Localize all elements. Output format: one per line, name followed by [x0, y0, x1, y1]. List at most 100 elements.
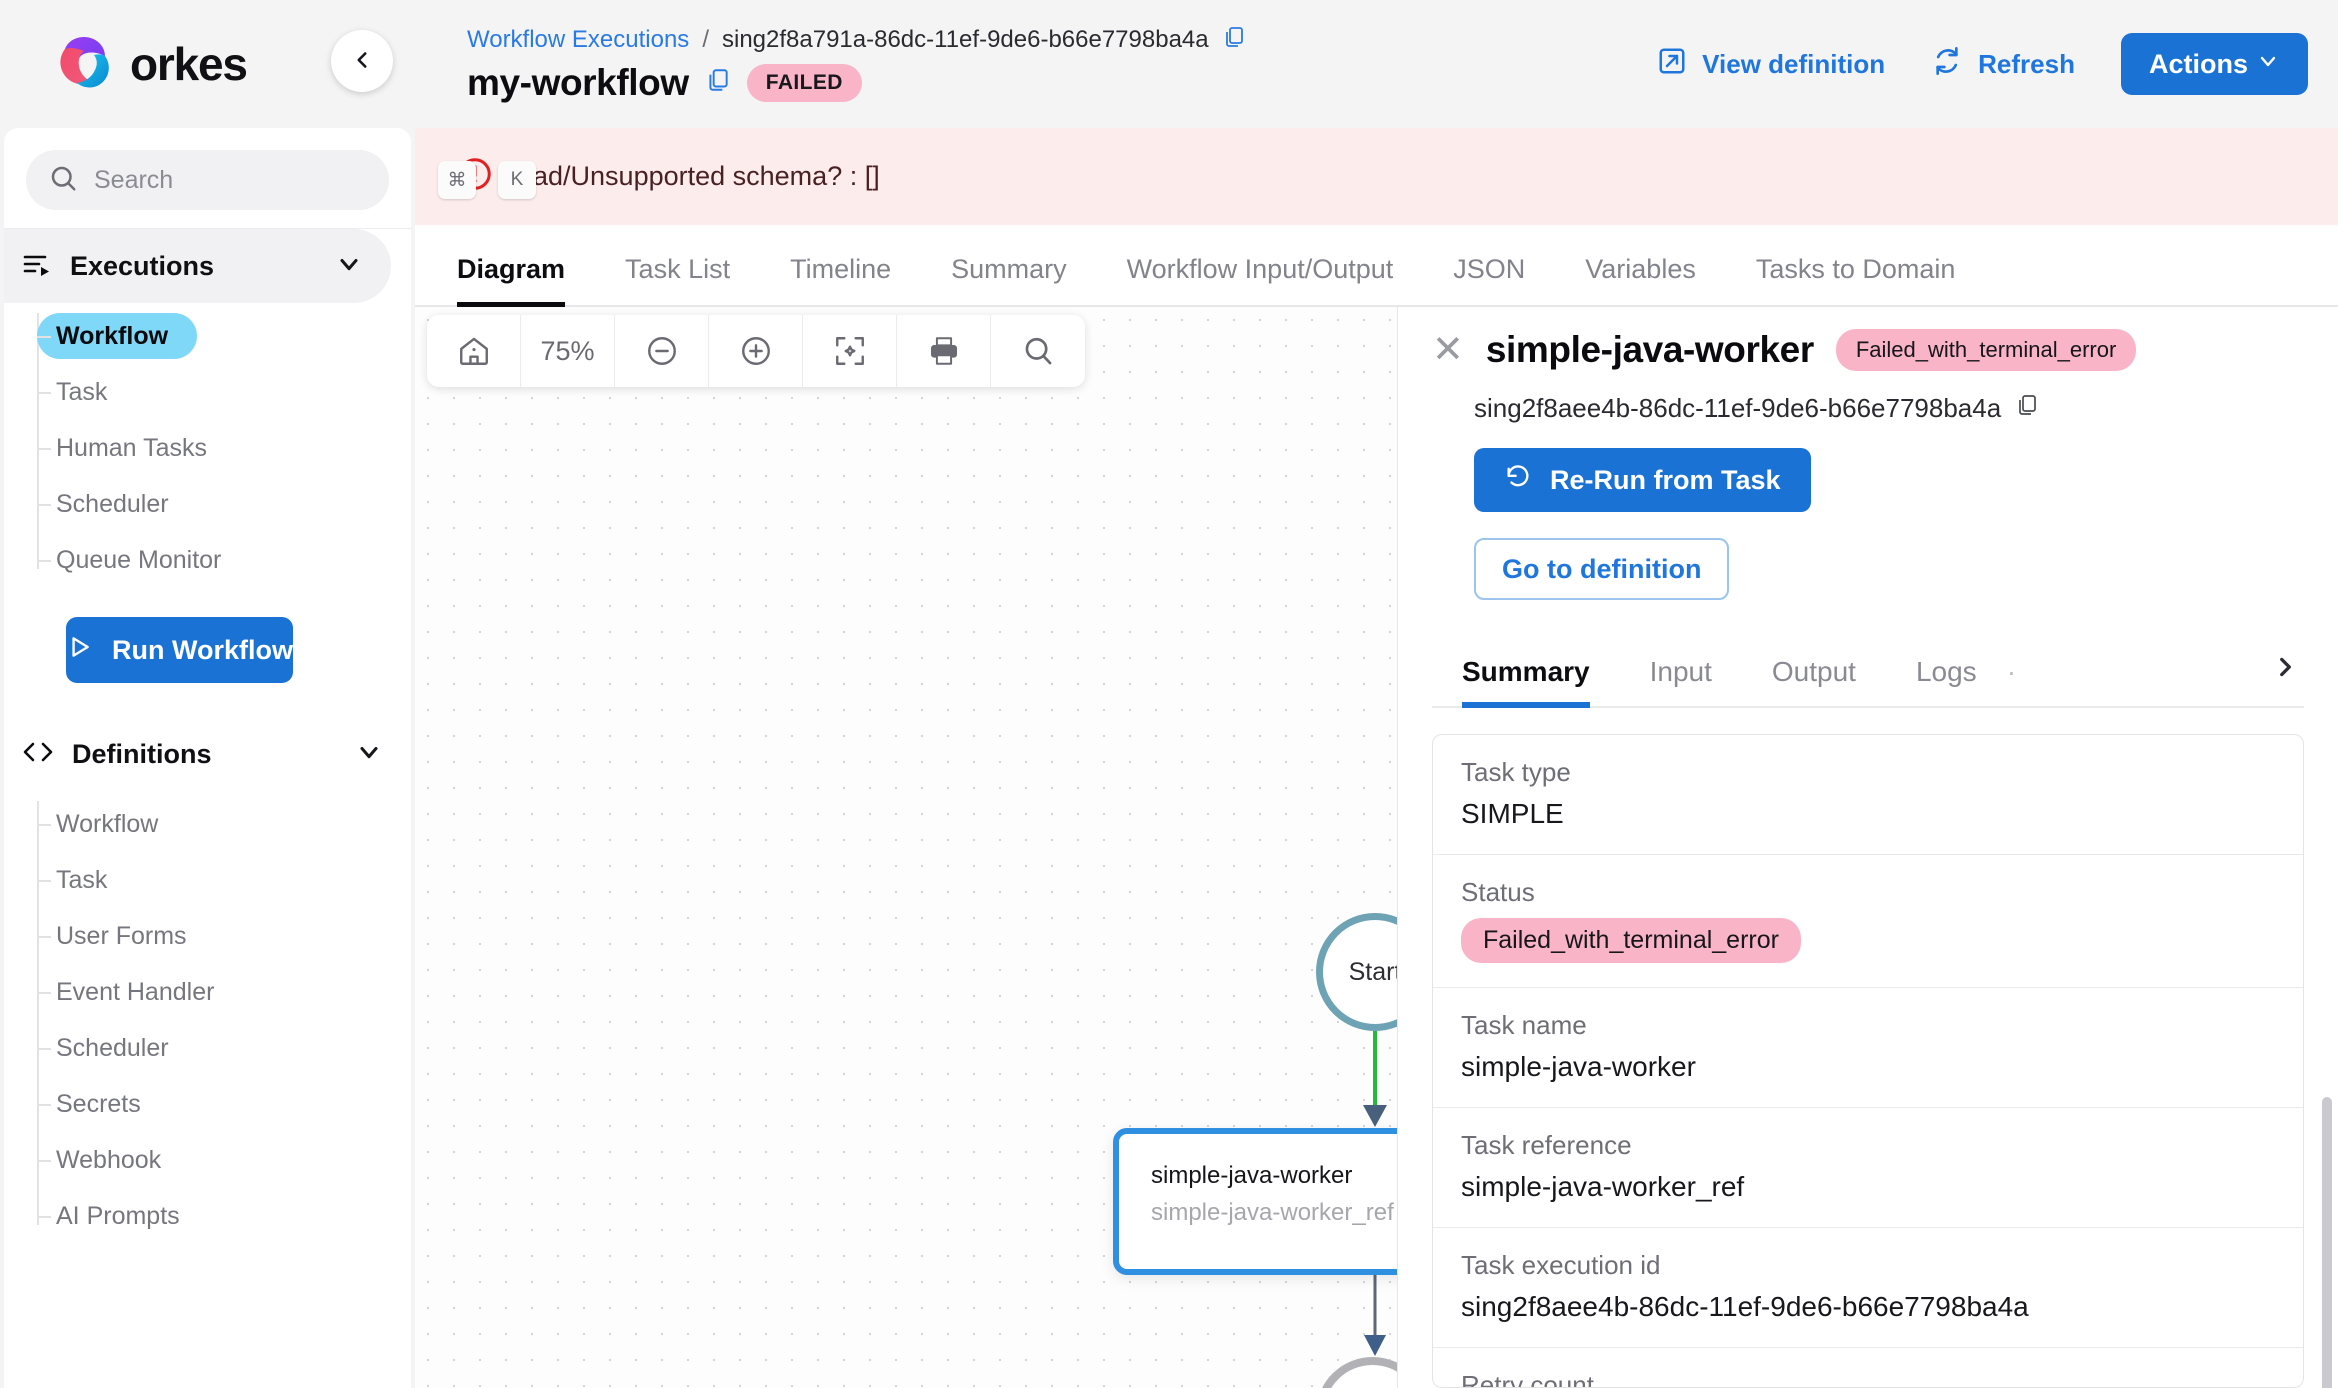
- sidebar-item-label: Task: [56, 377, 108, 406]
- search-container: ⌘ K: [4, 128, 536, 229]
- go-to-definition-button[interactable]: Go to definition: [1474, 538, 1730, 600]
- tab-label: Task List: [625, 254, 731, 284]
- detail-label: Task name: [1461, 1010, 1587, 1040]
- main-tabs: Diagram Task List Timeline Summary Workf…: [415, 225, 2338, 307]
- detail-value: simple-java-worker_ref: [1461, 1171, 1745, 1202]
- tab-label: Variables: [1585, 254, 1696, 284]
- sidebar-item-definitions-workflow[interactable]: Workflow: [37, 801, 411, 847]
- tab-diagram[interactable]: Diagram: [457, 254, 595, 307]
- chevron-down-icon: [2256, 49, 2280, 80]
- diagram-toolbar: 75%: [427, 315, 1085, 387]
- sidebar-item-definitions-ai-prompts[interactable]: AI Prompts: [37, 1193, 411, 1239]
- workflow-diagram-canvas[interactable]: 75% Start simple-java-worker simple-java…: [415, 307, 1398, 1388]
- actions-label: Actions: [2148, 48, 2248, 79]
- diagram-node-simple-java-worker[interactable]: simple-java-worker simple-java-worker_re…: [1113, 1128, 1397, 1275]
- view-definition-button[interactable]: View definition: [1657, 46, 1885, 83]
- rerun-label: Re-Run from Task: [1550, 464, 1781, 495]
- panel-tab-input[interactable]: Input: [1620, 656, 1742, 706]
- tab-label: Workflow Input/Output: [1126, 254, 1394, 284]
- chevron-left-icon: [349, 47, 375, 76]
- page-title: my-workflow: [467, 61, 689, 103]
- refresh-button[interactable]: Refresh: [1931, 45, 2075, 84]
- tab-label: Summary: [951, 254, 1067, 284]
- chevron-right-icon[interactable]: [2272, 654, 2304, 706]
- zoom-in-icon[interactable]: [709, 315, 803, 387]
- sidebar-item-definitions-secrets[interactable]: Secrets: [37, 1081, 411, 1127]
- tab-tasks-to-domain[interactable]: Tasks to Domain: [1726, 254, 1986, 305]
- breadcrumb-root-link[interactable]: Workflow Executions: [467, 26, 689, 54]
- task-detail-panel: ✕ simple-java-worker Failed_with_termina…: [1398, 307, 2338, 1388]
- chevron-down-icon: [335, 250, 363, 283]
- tab-task-list[interactable]: Task List: [595, 254, 760, 305]
- home-icon[interactable]: [427, 315, 521, 387]
- sidebar-item-definitions-scheduler[interactable]: Scheduler: [37, 1025, 411, 1071]
- task-node-ref: simple-java-worker_ref: [1151, 1199, 1394, 1226]
- sidebar-item-label: User Forms: [56, 921, 187, 950]
- tab-summary[interactable]: Summary: [921, 254, 1097, 305]
- sidebar-item-definitions-user-forms[interactable]: User Forms: [37, 913, 411, 959]
- sidebar-item-executions-human-tasks[interactable]: Human Tasks: [37, 425, 411, 471]
- sidebar-group-executions[interactable]: Executions: [4, 229, 391, 303]
- sidebar: orkes ⌘ K: [0, 0, 536, 1388]
- close-icon[interactable]: ✕: [1432, 331, 1464, 369]
- sidebar-item-executions-workflow[interactable]: Workflow: [37, 313, 197, 359]
- sidebar-item-executions-queue-monitor[interactable]: Queue Monitor: [37, 537, 411, 583]
- panel-tab-label: Output: [1771, 656, 1856, 687]
- sidebar-collapse-button[interactable]: [331, 30, 393, 92]
- rerun-from-task-button[interactable]: Re-Run from Task: [1474, 448, 1811, 512]
- panel-title: simple-java-worker: [1485, 329, 1814, 370]
- detail-label: Retry count: [1461, 1370, 1594, 1388]
- zoom-out-icon[interactable]: [615, 315, 709, 387]
- sidebar-item-definitions-webhook[interactable]: Webhook: [37, 1137, 411, 1183]
- sidebar-item-definitions-task[interactable]: Task: [37, 857, 411, 903]
- panel-task-id: sing2f8aee4b-86dc-11ef-9de6-b66e7798ba4a: [1474, 393, 2002, 423]
- copy-icon[interactable]: [705, 67, 731, 98]
- sidebar-item-executions-scheduler[interactable]: Scheduler: [37, 481, 411, 527]
- status-badge: FAILED: [746, 63, 862, 102]
- tab-label: Timeline: [790, 254, 892, 284]
- sidebar-item-label: Workflow: [56, 809, 159, 838]
- body-split: 75% Start simple-java-worker simple-java…: [415, 307, 2338, 1388]
- detail-value: simple-java-worker: [1461, 1051, 1696, 1082]
- panel-tab-label: Logs: [1915, 656, 1977, 687]
- go-to-definition-label: Go to definition: [1502, 553, 1702, 584]
- panel-tab-summary[interactable]: Summary: [1432, 656, 1620, 708]
- detail-value: SIMPLE: [1461, 798, 1564, 829]
- tab-json[interactable]: JSON: [1423, 254, 1555, 305]
- sidebar-item-definitions-event-handler[interactable]: Event Handler: [37, 969, 411, 1015]
- brand-name: orkes: [130, 38, 248, 90]
- search-icon[interactable]: [991, 315, 1085, 387]
- search-icon: [48, 163, 78, 198]
- sidebar-item-label: Scheduler: [56, 1033, 169, 1062]
- run-workflow-label: Run Workflow: [112, 634, 293, 665]
- search-input[interactable]: [94, 165, 416, 195]
- print-icon[interactable]: [897, 315, 991, 387]
- task-node-name: simple-java-worker: [1151, 1162, 1353, 1189]
- detail-row-retry-count: Retry count: [1433, 1348, 2303, 1388]
- sidebar-nav: Executions Workflow Task Human Tasks Sch…: [4, 229, 411, 1388]
- external-link-icon: [1657, 46, 1687, 83]
- detail-row-task-name: Task name simple-java-worker: [1433, 988, 2303, 1108]
- panel-tab-label: Input: [1649, 656, 1712, 687]
- search-box[interactable]: ⌘ K: [26, 150, 536, 210]
- breadcrumb: Workflow Executions / sing2f8a791a-86dc-…: [467, 25, 1637, 104]
- sidebar-item-executions-task[interactable]: Task: [37, 369, 411, 415]
- sidebar-group-definitions[interactable]: Definitions: [4, 717, 411, 791]
- sidebar-children-definitions: Workflow Task User Forms Event Handler S…: [4, 801, 411, 1239]
- run-workflow-button[interactable]: Run Workflow: [66, 617, 293, 683]
- sidebar-children-executions: Workflow Task Human Tasks Scheduler Queu…: [4, 313, 411, 583]
- kbd-k: K: [498, 161, 536, 199]
- panel-tab-output[interactable]: Output: [1742, 656, 1886, 706]
- tab-workflow-input-output[interactable]: Workflow Input/Output: [1097, 254, 1424, 305]
- tab-timeline[interactable]: Timeline: [760, 254, 921, 305]
- task-summary-list: Task type SIMPLE Status Failed_with_term…: [1432, 734, 2304, 1388]
- tab-variables[interactable]: Variables: [1555, 254, 1726, 305]
- fit-to-screen-icon[interactable]: [803, 315, 897, 387]
- copy-icon[interactable]: [1222, 25, 1246, 56]
- breadcrumb-execution-id: sing2f8a791a-86dc-11ef-9de6-b66e7798ba4a: [721, 26, 1209, 53]
- copy-icon[interactable]: [2015, 393, 2039, 424]
- detail-row-status: Status Failed_with_terminal_error: [1433, 855, 2303, 988]
- panel-tab-logs[interactable]: Logs: [1886, 656, 2007, 706]
- panel-scrollbar[interactable]: [2322, 1097, 2332, 1388]
- actions-button[interactable]: Actions: [2120, 33, 2308, 95]
